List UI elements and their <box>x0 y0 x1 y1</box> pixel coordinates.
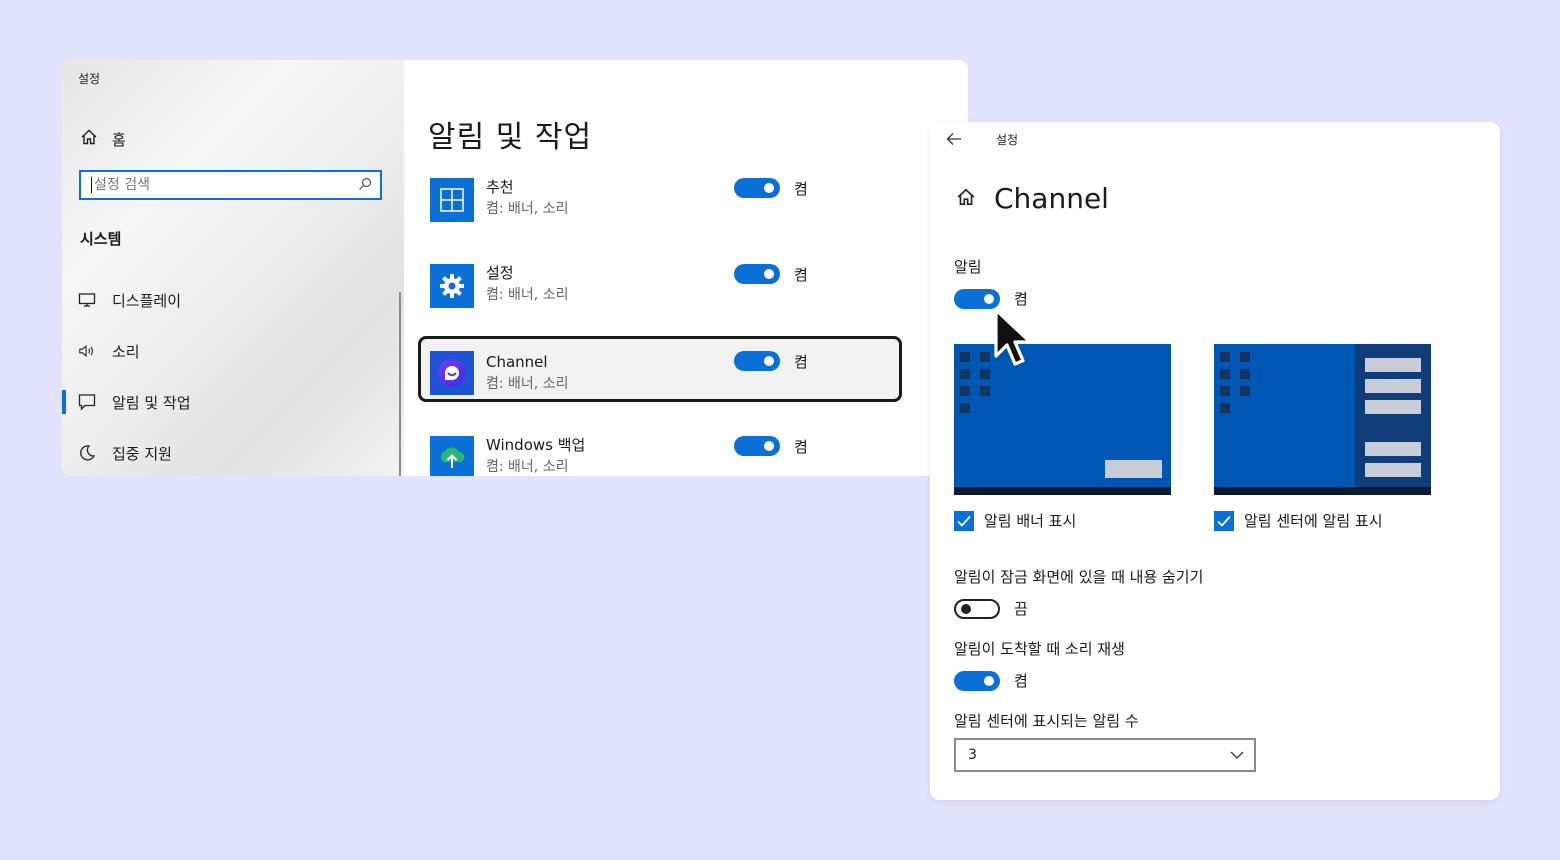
sidebar-item-label: 집중 지원 <box>112 444 172 463</box>
sidebar-item-sound[interactable]: 소리 <box>62 337 392 365</box>
app-toggle[interactable] <box>734 178 780 198</box>
notifications-content: 알림 및 작업 추천 켬: 배너, 소리 켬 설정 켬: 배너, 소리 켬 Ch… <box>404 60 968 476</box>
sound-label: 알림이 도착할 때 소리 재생 <box>954 640 1125 658</box>
action-center-checkbox-label: 알림 센터에 알림 표시 <box>1244 512 1383 530</box>
window-title: 설정 <box>78 72 101 86</box>
window-title: 설정 <box>996 133 1019 147</box>
app-status: 켬: 배너, 소리 <box>486 376 569 392</box>
search-box[interactable] <box>79 170 382 200</box>
channel-icon <box>430 351 474 395</box>
notification-icon <box>78 393 96 411</box>
app-row-channel[interactable]: Channel 켬: 배너, 소리 켬 <box>418 336 902 402</box>
back-arrow-icon[interactable] <box>946 130 962 151</box>
lock-screen-label: 알림이 잠금 화면에 있을 때 내용 숨기기 <box>954 568 1204 586</box>
app-toggle[interactable] <box>734 351 780 371</box>
action-center-checkbox-row[interactable]: 알림 센터에 알림 표시 <box>1214 510 1383 531</box>
banner-checkbox-row[interactable]: 알림 배너 표시 <box>954 510 1076 531</box>
action-center-checkbox[interactable] <box>1214 510 1234 531</box>
banner-checkbox[interactable] <box>954 510 974 531</box>
sidebar-item-label: 알림 및 작업 <box>112 393 191 412</box>
lock-screen-toggle[interactable] <box>954 598 1000 619</box>
dropdown-value: 3 <box>968 747 977 763</box>
sidebar-item-label: 디스플레이 <box>112 291 182 310</box>
sidebar-item-label: 소리 <box>112 342 140 361</box>
settings-window-channel: 설정 Channel 알림 켬 알림 배너 표시 알림 센터에 알림 표시 알림… <box>930 122 1500 800</box>
app-toggle[interactable] <box>734 436 780 456</box>
moon-icon <box>78 444 96 462</box>
settings-window-notifications: 설정 홈 시스템 디스플레이 소리 <box>62 60 968 476</box>
chevron-down-icon <box>1230 747 1244 763</box>
sidebar-scrollbar[interactable] <box>399 292 401 476</box>
banner-checkbox-label: 알림 배너 표시 <box>984 512 1077 530</box>
toggle-state-label: 켬 <box>794 266 808 284</box>
app-row-tips[interactable]: 추천 켬: 배너, 소리 켬 <box>418 172 908 242</box>
action-center-preview-image <box>1214 344 1431 495</box>
home-icon[interactable] <box>956 187 976 211</box>
notifications-label: 알림 <box>954 258 982 276</box>
page-header: Channel <box>956 182 1109 215</box>
toggle-state-label: 켬 <box>794 180 808 198</box>
app-row-windows-backup[interactable]: Windows 백업 켬: 배너, 소리 켬 <box>418 430 908 476</box>
app-status: 켬: 배너, 소리 <box>486 201 569 217</box>
gear-icon <box>430 264 474 308</box>
backup-icon <box>430 436 474 476</box>
banner-preview-image <box>954 344 1171 495</box>
count-label: 알림 센터에 표시되는 알림 수 <box>954 712 1139 730</box>
sidebar-item-home[interactable]: 홈 <box>80 128 126 150</box>
lock-screen-toggle-row: 끔 <box>954 598 1028 619</box>
search-input[interactable] <box>91 177 344 193</box>
app-toggle[interactable] <box>734 264 780 284</box>
app-name: Channel <box>486 353 548 371</box>
sidebar-item-notifications[interactable]: 알림 및 작업 <box>62 388 392 416</box>
page-title: Channel <box>994 182 1109 215</box>
sound-toggle-row: 켬 <box>954 670 1028 691</box>
toggle-state-label: 끔 <box>1014 600 1028 618</box>
mouse-cursor-icon <box>994 308 1032 366</box>
toggle-state-label: 켬 <box>794 353 808 371</box>
toggle-state-label: 켬 <box>794 438 808 456</box>
sidebar-item-focus-assist[interactable]: 집중 지원 <box>62 439 392 467</box>
sidebar: 설정 홈 시스템 디스플레이 소리 <box>62 60 404 476</box>
page-title: 알림 및 작업 <box>428 120 593 155</box>
app-name: 설정 <box>486 264 514 282</box>
app-status: 켬: 배너, 소리 <box>486 459 569 475</box>
app-status: 켬: 배너, 소리 <box>486 287 569 303</box>
home-icon <box>80 128 98 150</box>
app-row-settings[interactable]: 설정 켬: 배너, 소리 켬 <box>418 258 908 328</box>
app-name: Windows 백업 <box>486 436 586 454</box>
toggle-state-label: 켬 <box>1014 672 1028 690</box>
sound-toggle[interactable] <box>954 670 1000 691</box>
section-header-system: 시스템 <box>80 230 122 248</box>
search-icon[interactable] <box>358 176 372 195</box>
monitor-icon <box>78 292 96 308</box>
tips-icon <box>430 178 474 222</box>
app-name: 추천 <box>486 178 514 196</box>
home-label: 홈 <box>112 130 126 149</box>
notification-count-dropdown[interactable]: 3 <box>954 738 1256 772</box>
sidebar-item-display[interactable]: 디스플레이 <box>62 286 392 314</box>
speaker-icon <box>78 343 96 359</box>
